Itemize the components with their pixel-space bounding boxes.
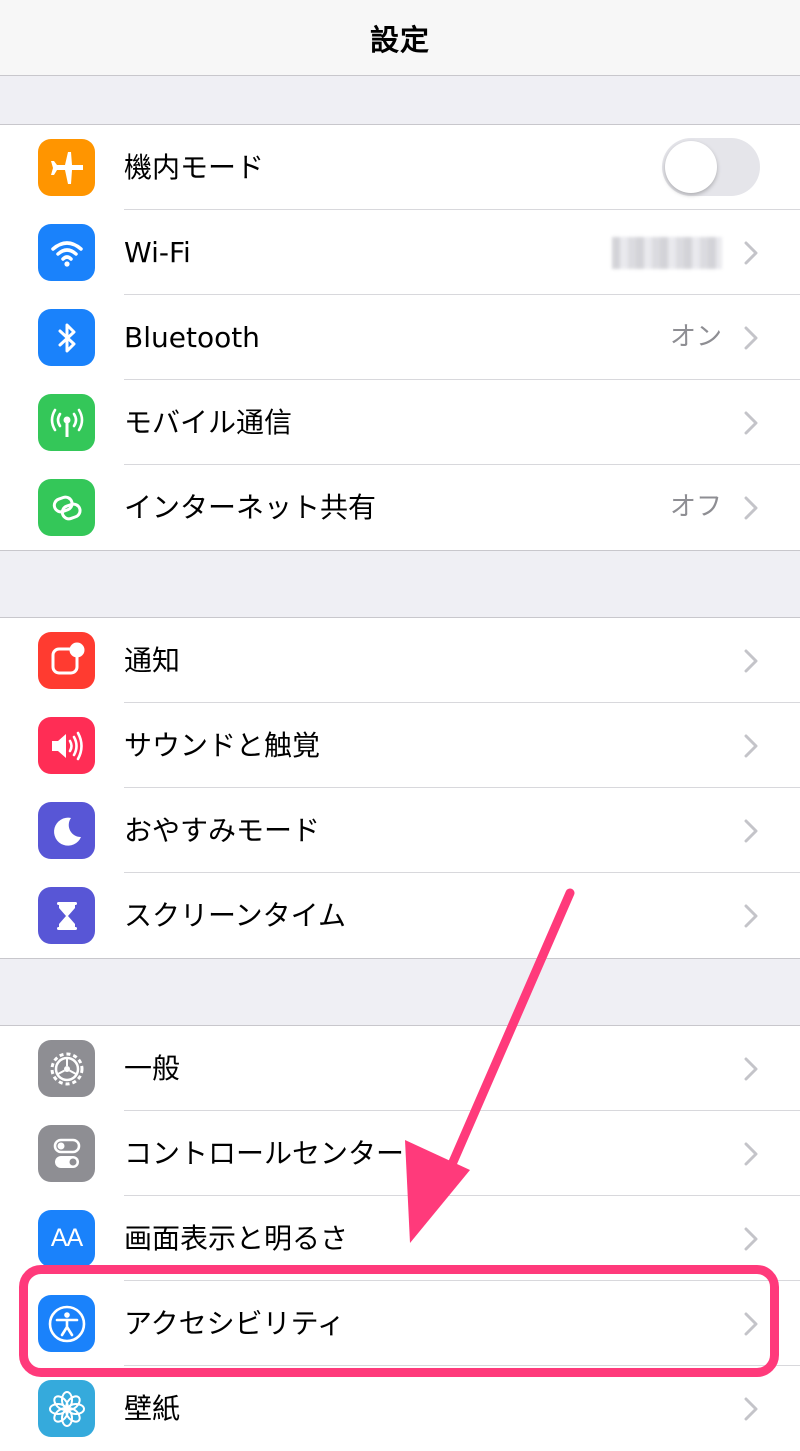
row-control-center[interactable]: コントロールセンター xyxy=(0,1111,800,1196)
chevron-right-icon xyxy=(744,326,758,354)
sound-icon xyxy=(38,717,95,774)
page-title: 設定 xyxy=(369,22,430,57)
chevron-right-icon xyxy=(744,496,758,524)
chevron-right-icon xyxy=(744,734,758,762)
row-screen-time[interactable]: スクリーンタイム xyxy=(0,873,800,958)
row-label: 壁紙 xyxy=(124,1392,181,1425)
chevron-right-icon xyxy=(744,1227,758,1255)
chevron-right-icon xyxy=(744,1142,758,1170)
toggles-icon xyxy=(38,1125,95,1182)
row-label: サウンドと触覚 xyxy=(124,729,321,762)
wifi-network-name-redacted xyxy=(612,237,722,269)
row-label: 一般 xyxy=(124,1052,181,1085)
row-label: モバイル通信 xyxy=(124,406,293,439)
row-label: Wi-Fi xyxy=(124,236,191,269)
moon-icon xyxy=(38,802,95,859)
row-personal-hotspot[interactable]: インターネット共有 オフ xyxy=(0,465,800,550)
row-bluetooth[interactable]: Bluetooth オン xyxy=(0,295,800,380)
settings-group-notifications: 通知 サウンドと触覚 おやすみモード スクリーンタイム xyxy=(0,617,800,959)
row-accessibility[interactable]: アクセシビリティ xyxy=(0,1281,800,1366)
row-notifications[interactable]: 通知 xyxy=(0,618,800,703)
row-detail: オフ xyxy=(669,492,722,522)
chevron-right-icon xyxy=(744,649,758,677)
row-label: スクリーンタイム xyxy=(124,899,347,932)
row-label: インターネット共有 xyxy=(124,491,377,524)
row-display-brightness[interactable]: AA 画面表示と明るさ xyxy=(0,1196,800,1281)
airplane-mode-toggle[interactable] xyxy=(662,138,760,196)
row-do-not-disturb[interactable]: おやすみモード xyxy=(0,788,800,873)
wifi-icon xyxy=(38,224,95,281)
row-general[interactable]: 一般 xyxy=(0,1026,800,1111)
bluetooth-icon xyxy=(38,309,95,366)
text-size-icon: AA xyxy=(38,1210,95,1267)
row-airplane-mode[interactable]: 機内モード xyxy=(0,125,800,210)
row-sounds[interactable]: サウンドと触覚 xyxy=(0,703,800,788)
gear-icon xyxy=(38,1040,95,1097)
chevron-right-icon xyxy=(744,1397,758,1425)
flower-icon xyxy=(38,1380,95,1437)
chevron-right-icon xyxy=(744,1057,758,1085)
chevron-right-icon xyxy=(744,904,758,932)
row-wifi[interactable]: Wi-Fi xyxy=(0,210,800,295)
row-label: おやすみモード xyxy=(124,814,321,847)
cellular-icon xyxy=(38,394,95,451)
row-label: 通知 xyxy=(124,644,181,677)
text-size-glyph: AA xyxy=(50,1224,83,1252)
settings-group-general: 一般 コントロールセンター AA 画面表示と明るさ アクセシビリティ 壁紙 xyxy=(0,1025,800,1451)
row-cellular[interactable]: モバイル通信 xyxy=(0,380,800,465)
airplane-icon xyxy=(38,139,95,196)
chevron-right-icon xyxy=(744,819,758,847)
row-detail: オン xyxy=(669,322,722,352)
chevron-right-icon xyxy=(744,1312,758,1340)
row-label: 機内モード xyxy=(124,151,265,184)
row-label: 画面表示と明るさ xyxy=(124,1222,349,1255)
hotspot-icon xyxy=(38,479,95,536)
toggle-knob xyxy=(665,141,717,193)
notifications-icon xyxy=(38,632,95,689)
chevron-right-icon xyxy=(744,241,758,269)
hourglass-icon xyxy=(38,887,95,944)
navigation-bar: 設定 xyxy=(0,0,800,76)
settings-group-connectivity: 機内モード Wi-Fi Bluetooth オン モバイル通信 インターネット共… xyxy=(0,124,800,551)
chevron-right-icon xyxy=(744,411,758,439)
row-wallpaper[interactable]: 壁紙 xyxy=(0,1366,800,1451)
row-label: Bluetooth xyxy=(124,321,260,354)
row-label: コントロールセンター xyxy=(124,1137,405,1170)
accessibility-icon xyxy=(38,1295,95,1352)
row-label: アクセシビリティ xyxy=(124,1307,345,1340)
